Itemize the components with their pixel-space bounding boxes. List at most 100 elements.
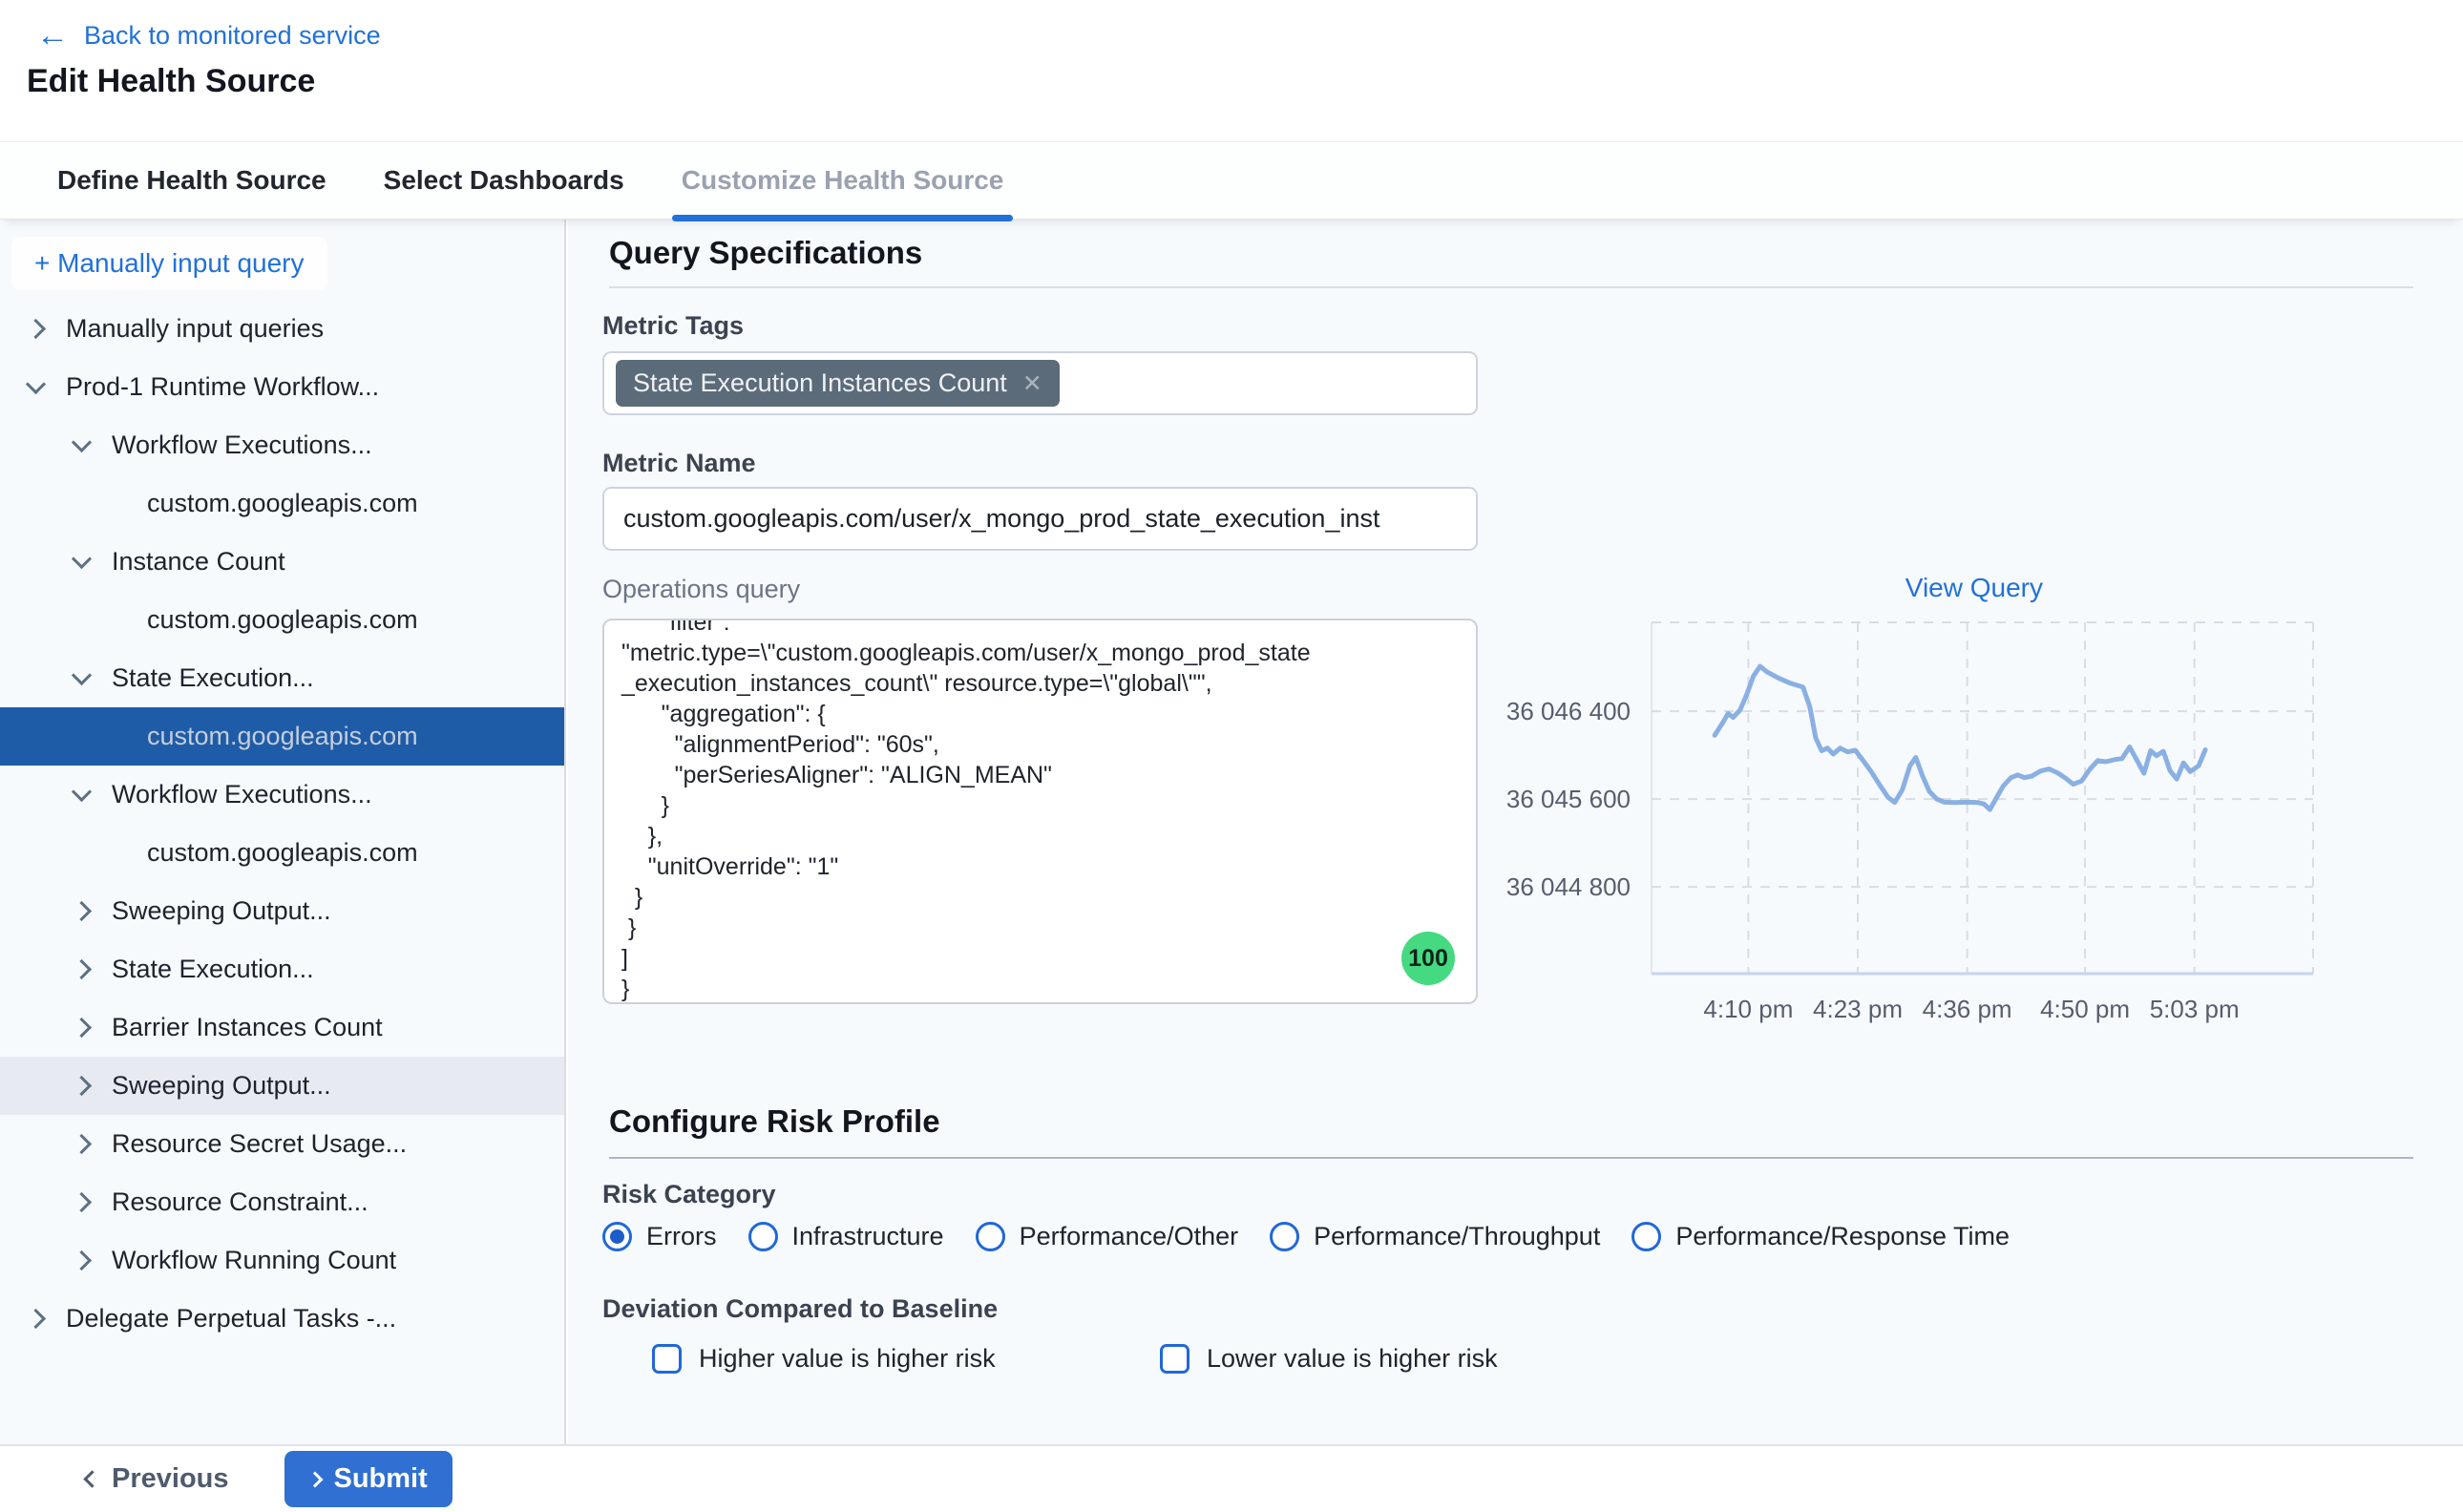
tree-item-state-execution[interactable]: State Execution...: [0, 940, 564, 998]
risk-section-divider: [609, 1157, 2413, 1159]
page-header: ← Back to monitored service Edit Health …: [0, 0, 2463, 141]
metric-name-label: Metric Name: [602, 449, 756, 478]
chevron-right-icon[interactable]: [72, 959, 92, 979]
metric-name-value: custom.googleapis.com/user/x_mongo_prod_…: [623, 504, 1379, 534]
risk-category-label: Risk Category: [602, 1180, 776, 1209]
section-divider: [609, 286, 2413, 288]
radio-label: Performance/Throughput: [1314, 1222, 1600, 1251]
radio-icon[interactable]: [602, 1222, 632, 1251]
tree-item-manually-input-queries[interactable]: Manually input queries: [0, 300, 564, 358]
main-panel: Query Specifications Metric Tags State E…: [568, 220, 2463, 1444]
tree-item-resource-constraint[interactable]: Resource Constraint...: [0, 1173, 564, 1231]
risk-radio-performance-response-time[interactable]: Performance/Response Time: [1631, 1222, 2010, 1251]
svg-text:4:50 pm: 4:50 pm: [2040, 995, 2130, 1023]
checkbox-label: Higher value is higher risk: [699, 1344, 996, 1374]
risk-radio-performance-other[interactable]: Performance/Other: [976, 1222, 1239, 1251]
svg-text:36 046 400: 36 046 400: [1506, 697, 1631, 725]
back-arrow-icon: ←: [36, 19, 69, 52]
risk-radio-performance-throughput[interactable]: Performance/Throughput: [1270, 1222, 1600, 1251]
chevron-down-icon[interactable]: [72, 782, 92, 802]
radio-label: Performance/Other: [1020, 1222, 1239, 1251]
operations-query-textarea[interactable]: "filter": "metric.type=\"custom.googleap…: [602, 619, 1478, 1004]
tree-item-workflow-executions[interactable]: Workflow Executions...: [0, 766, 564, 824]
risk-radio-errors[interactable]: Errors: [602, 1222, 717, 1251]
tree-item-custom-googleapis-com[interactable]: custom.googleapis.com: [0, 591, 564, 649]
tree-item-label: Workflow Executions...: [112, 430, 372, 460]
chevron-down-icon[interactable]: [72, 432, 92, 452]
radio-icon[interactable]: [1631, 1222, 1661, 1251]
submit-button[interactable]: Submit: [284, 1451, 453, 1507]
svg-text:36 044 800: 36 044 800: [1506, 872, 1631, 901]
query-record-count-badge: 100: [1401, 932, 1455, 985]
chevron-right-icon[interactable]: [72, 1250, 92, 1270]
previous-button[interactable]: Previous: [86, 1463, 229, 1495]
chevron-left-icon: [83, 1470, 100, 1487]
deviation-checkbox-higher-value-is-higher-risk[interactable]: Higher value is higher risk: [652, 1344, 996, 1374]
back-to-monitored-service-link[interactable]: ← Back to monitored service: [36, 19, 381, 52]
manually-input-query-button[interactable]: + Manually input query: [11, 237, 327, 290]
tree-item-label: Sweeping Output...: [112, 1071, 331, 1101]
tree-item-custom-googleapis-com[interactable]: custom.googleapis.com: [0, 707, 564, 766]
tree-item-label: Workflow Executions...: [112, 780, 372, 809]
deviation-checkbox-lower-value-is-higher-risk[interactable]: Lower value is higher risk: [1160, 1344, 1498, 1374]
tree-item-sweeping-output[interactable]: Sweeping Output...: [0, 882, 564, 940]
tree-item-prod-1-runtime-workflow[interactable]: Prod-1 Runtime Workflow...: [0, 358, 564, 416]
radio-icon[interactable]: [748, 1222, 778, 1251]
tree-item-workflow-running-count[interactable]: Workflow Running Count: [0, 1231, 564, 1290]
tab-define-health-source[interactable]: Define Health Source: [48, 142, 336, 219]
tree-item-label: custom.googleapis.com: [147, 489, 418, 518]
tree-item-label: Resource Constraint...: [112, 1187, 368, 1217]
radio-icon[interactable]: [976, 1222, 1005, 1251]
view-query-link[interactable]: View Query: [1905, 573, 2043, 603]
metric-name-input[interactable]: custom.googleapis.com/user/x_mongo_prod_…: [602, 487, 1478, 551]
tree-item-barrier-instances-count[interactable]: Barrier Instances Count: [0, 998, 564, 1057]
tree-item-label: custom.googleapis.com: [147, 722, 418, 751]
metric-tag-chip[interactable]: State Execution Instances Count ✕: [616, 360, 1060, 407]
operations-query-label: Operations query: [602, 575, 800, 604]
operations-query-code: "filter": "metric.type=\"custom.googleap…: [621, 619, 1459, 1004]
tree-item-sweeping-output[interactable]: Sweeping Output...: [0, 1057, 564, 1115]
tree-item-label: Delegate Perpetual Tasks -...: [66, 1304, 396, 1334]
risk-radio-infrastructure[interactable]: Infrastructure: [748, 1222, 944, 1251]
tab-customize-health-source[interactable]: Customize Health Source: [672, 142, 1014, 219]
tree-item-workflow-executions[interactable]: Workflow Executions...: [0, 416, 564, 474]
chevron-right-icon[interactable]: [72, 1018, 92, 1038]
chevron-right-icon[interactable]: [72, 1134, 92, 1154]
svg-text:5:03 pm: 5:03 pm: [2150, 995, 2240, 1023]
tree-item-label: Barrier Instances Count: [112, 1013, 383, 1042]
chevron-right-icon[interactable]: [72, 901, 92, 921]
tree-item-state-execution[interactable]: State Execution...: [0, 649, 564, 707]
metric-tags-input[interactable]: State Execution Instances Count ✕: [602, 351, 1478, 415]
chevron-right-icon[interactable]: [72, 1076, 92, 1096]
svg-text:36 045 600: 36 045 600: [1506, 785, 1631, 813]
tree-item-label: Prod-1 Runtime Workflow...: [66, 372, 379, 402]
chevron-right-icon: [306, 1471, 323, 1487]
metric-chart-container: 36 046 40036 045 60036 044 8004:10 pm4:2…: [1499, 601, 2368, 1060]
chevron-right-icon[interactable]: [26, 319, 46, 339]
chevron-down-icon[interactable]: [26, 374, 46, 394]
checkbox-icon[interactable]: [652, 1344, 682, 1374]
metric-preview-chart: 36 046 40036 045 60036 044 8004:10 pm4:2…: [1499, 601, 2368, 1060]
radio-icon[interactable]: [1270, 1222, 1299, 1251]
tree-item-label: Resource Secret Usage...: [112, 1129, 407, 1159]
chevron-right-icon[interactable]: [72, 1192, 92, 1212]
tab-select-dashboards[interactable]: Select Dashboards: [374, 142, 634, 219]
tree-item-label: Manually input queries: [66, 314, 324, 344]
chevron-right-icon[interactable]: [26, 1309, 46, 1329]
tree-item-resource-secret-usage[interactable]: Resource Secret Usage...: [0, 1115, 564, 1173]
metric-tag-chip-label: State Execution Instances Count: [633, 368, 1007, 398]
tree-item-delegate-perpetual-tasks[interactable]: Delegate Perpetual Tasks -...: [0, 1290, 564, 1348]
query-specifications-title: Query Specifications: [609, 235, 922, 271]
metric-tags-label: Metric Tags: [602, 311, 744, 341]
remove-tag-icon[interactable]: ✕: [1022, 369, 1042, 398]
tree-item-instance-count[interactable]: Instance Count: [0, 533, 564, 591]
chevron-down-icon[interactable]: [72, 549, 92, 569]
tree-item-custom-googleapis-com[interactable]: custom.googleapis.com: [0, 824, 564, 882]
footer-bar: Previous Submit: [0, 1444, 2463, 1512]
tree-item-custom-googleapis-com[interactable]: custom.googleapis.com: [0, 474, 564, 533]
radio-label: Errors: [646, 1222, 717, 1251]
chevron-down-icon[interactable]: [72, 665, 92, 685]
tab-bar: Define Health Source Select Dashboards Cus…: [0, 141, 2463, 220]
checkbox-icon[interactable]: [1160, 1344, 1189, 1374]
submit-button-label: Submit: [334, 1463, 428, 1495]
